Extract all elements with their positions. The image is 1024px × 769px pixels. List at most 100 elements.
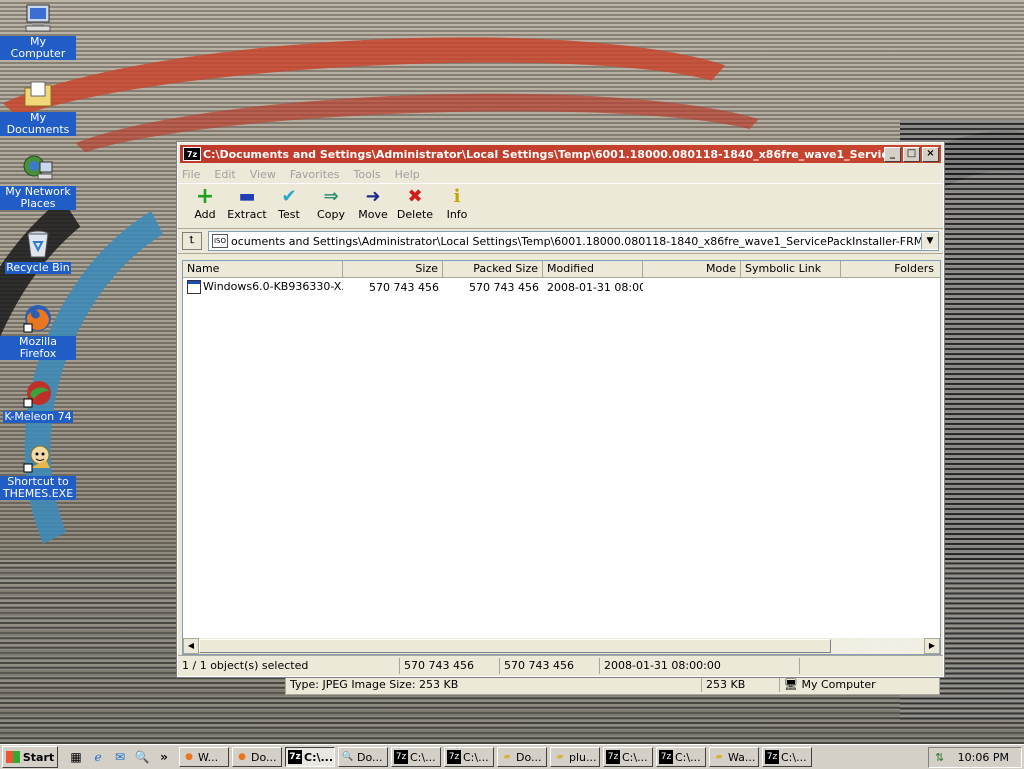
cell-size: 570 743 456 <box>369 280 439 294</box>
taskbar-item-search[interactable]: 🔍 Do... <box>338 747 388 767</box>
menu-view[interactable]: View <box>250 168 276 181</box>
table-row[interactable]: Windows6.0-KB936330-X... 570 743 456 570… <box>183 278 940 296</box>
status-packed-size: 570 743 456 <box>500 658 600 674</box>
column-mode[interactable]: Mode <box>643 261 741 277</box>
k-meleon-icon <box>22 377 54 409</box>
scroll-thumb[interactable] <box>199 639 831 653</box>
window-statusbar: 1 / 1 object(s) selected 570 743 456 570… <box>178 655 943 676</box>
taskbar-item-folder[interactable]: ▰ Do... <box>497 747 547 767</box>
windows-logo-icon <box>5 751 20 763</box>
taskbar-item-7zip[interactable]: 7z C:\... <box>444 747 494 767</box>
task-label: plu... <box>569 750 597 764</box>
address-field[interactable]: ISO ocuments and Settings\Administrator\… <box>208 231 939 251</box>
file-list[interactable]: Name Size Packed Size Modified Mode Symb… <box>182 260 941 655</box>
7zip-icon: 7z <box>447 750 461 764</box>
folder-up-button[interactable]: ⮤ <box>182 232 202 250</box>
move-button[interactable]: ➜ Move <box>352 184 394 221</box>
minimize-button[interactable]: _ <box>884 146 901 162</box>
desktop-icon-my-computer[interactable]: My Computer <box>0 2 76 60</box>
more-chevron-icon[interactable]: » <box>154 748 174 766</box>
copy-icon: ⇒ <box>323 186 339 207</box>
maximize-button[interactable]: □ <box>903 146 920 162</box>
close-button[interactable]: × <box>922 146 939 162</box>
search-icon[interactable]: 🔍 <box>132 748 152 766</box>
extract-label: Extract <box>227 208 267 221</box>
column-symbolic-link[interactable]: Symbolic Link <box>741 261 841 277</box>
7zip-window[interactable]: 7z C:\Documents and Settings\Administrat… <box>176 141 945 678</box>
task-label: C:\... <box>410 750 436 764</box>
menu-help[interactable]: Help <box>395 168 420 181</box>
desktop-icon-recycle-bin[interactable]: Recycle Bin <box>0 228 76 274</box>
task-label: Do... <box>516 750 542 764</box>
taskbar-item-folder[interactable]: ▰ Wa... <box>709 747 759 767</box>
copy-button[interactable]: ⇒ Copy <box>310 184 352 221</box>
scroll-right-button[interactable]: ▶ <box>924 638 940 654</box>
taskbar-item-folder[interactable]: ▰ plu... <box>550 747 600 767</box>
status-modified: 2008-01-31 08:00:00 <box>600 658 800 674</box>
desktop-icon-my-documents[interactable]: My Documents <box>0 78 76 136</box>
column-size[interactable]: Size <box>343 261 443 277</box>
show-desktop-icon[interactable]: ▦ <box>66 748 86 766</box>
taskbar-item-7zip[interactable]: 7z C:\... <box>656 747 706 767</box>
delete-icon: ✖ <box>407 186 423 207</box>
info-icon: i <box>453 186 461 207</box>
scroll-track[interactable] <box>831 638 924 654</box>
desktop-icon-network-places[interactable]: My Network Places <box>0 152 76 210</box>
column-folders[interactable]: Folders <box>841 261 938 277</box>
taskbar-item-7zip-active[interactable]: 7z C:\... <box>285 747 335 767</box>
internet-explorer-icon[interactable]: ℯ <box>88 748 108 766</box>
desktop-icon-firefox[interactable]: Mozilla Firefox <box>0 302 76 360</box>
scroll-left-button[interactable]: ◀ <box>183 638 199 654</box>
address-dropdown-button[interactable]: ▼ <box>921 233 938 249</box>
test-icon: ✔ <box>281 186 297 207</box>
desktop-icon-themes-shortcut[interactable]: Shortcut to THEMES.EXE <box>0 442 76 500</box>
menu-favorites[interactable]: Favorites <box>290 168 340 181</box>
menu-file[interactable]: File <box>182 168 200 181</box>
add-icon: + <box>195 184 215 209</box>
status-type: Type: JPEG Image Size: 253 KB <box>286 678 702 692</box>
taskbar-item-7zip[interactable]: 7z C:\... <box>762 747 812 767</box>
add-button[interactable]: + Add <box>184 184 226 222</box>
file-icon <box>187 280 201 294</box>
status-selected: 1 / 1 object(s) selected <box>178 658 400 674</box>
folder-icon: ▰ <box>715 752 723 762</box>
window-titlebar[interactable]: 7z C:\Documents and Settings\Administrat… <box>180 145 941 163</box>
horizontal-scrollbar[interactable]: ◀ ▶ <box>183 638 940 654</box>
task-label: C:\... <box>463 750 489 764</box>
folder-icon: ▰ <box>503 752 511 762</box>
taskbar-item-7zip[interactable]: 7z C:\... <box>391 747 441 767</box>
column-modified[interactable]: Modified <box>543 261 643 277</box>
menu-tools[interactable]: Tools <box>354 168 381 181</box>
network-places-icon <box>22 152 54 184</box>
task-label: Wa... <box>728 750 756 764</box>
delete-button[interactable]: ✖ Delete <box>394 184 436 221</box>
iso-file-icon: ISO <box>212 234 228 248</box>
desktop-icon-label: My Network Places <box>0 186 76 210</box>
task-label: C:\... <box>304 750 334 764</box>
network-tray-icon[interactable]: ⇅ <box>935 751 944 764</box>
menu-edit[interactable]: Edit <box>214 168 235 181</box>
extract-button[interactable]: ▬ Extract <box>226 184 268 221</box>
desktop-icon-label: K-Meleon 74 <box>3 410 73 423</box>
status-total-size: 570 743 456 <box>400 658 500 674</box>
firefox-icon <box>22 302 54 334</box>
7zip-icon: 7z <box>765 750 779 764</box>
info-button[interactable]: i Info <box>436 184 478 221</box>
7zip-icon: 7z <box>394 750 408 764</box>
task-label: W... <box>198 750 219 764</box>
taskbar-item-7zip[interactable]: 7z C:\... <box>603 747 653 767</box>
column-name[interactable]: Name <box>183 261 343 277</box>
taskbar: Start ▦ ℯ ✉ 🔍 » ● W... ● Do... 7z C:\... 🔍 D… <box>0 744 1024 769</box>
clock[interactable]: 10:06 PM <box>958 751 1009 764</box>
address-text: ocuments and Settings\Administrator\Loca… <box>231 234 921 248</box>
task-label: Do... <box>251 750 277 764</box>
outlook-express-icon[interactable]: ✉ <box>110 748 130 766</box>
recycle-bin-icon <box>22 228 54 260</box>
start-button[interactable]: Start <box>2 746 58 768</box>
test-button[interactable]: ✔ Test <box>268 184 310 221</box>
column-packed-size[interactable]: Packed Size <box>443 261 543 277</box>
search-icon: 🔍 <box>342 752 354 762</box>
taskbar-item-firefox-docs[interactable]: ● Do... <box>232 747 282 767</box>
desktop-icon-k-meleon[interactable]: K-Meleon 74 <box>0 377 76 423</box>
taskbar-item-firefox[interactable]: ● W... <box>179 747 229 767</box>
